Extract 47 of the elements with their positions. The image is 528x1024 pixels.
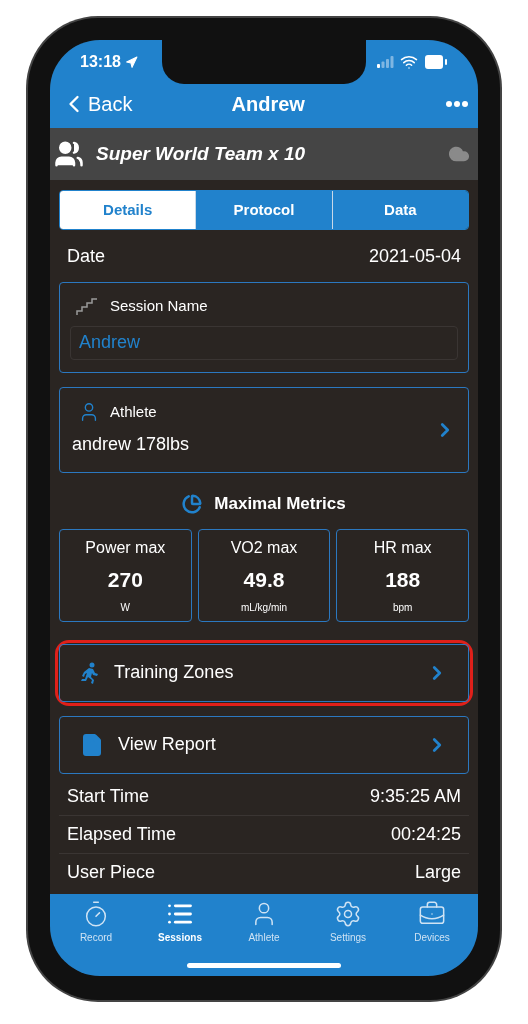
detail-label: Start Time <box>67 784 150 808</box>
back-button[interactable]: Back <box>60 89 133 119</box>
athlete-card[interactable]: Athlete andrew 178lbs <box>59 386 469 473</box>
link-row[interactable]: Training Zones <box>59 643 469 702</box>
link-row[interactable]: View Report <box>59 715 469 774</box>
team-name: Super World Team x 10 <box>96 141 307 166</box>
page-title: Andrew <box>231 92 305 117</box>
date-value: 2021-05-04 <box>368 244 461 268</box>
detail-value: 9:35:25 AM <box>369 784 461 808</box>
detail-label: Elapsed Time <box>67 822 177 846</box>
segment-tab[interactable]: Protocol <box>195 191 332 229</box>
tab-bar-item[interactable]: Settings <box>306 900 390 948</box>
gear-icon <box>334 900 362 928</box>
location-icon <box>124 55 138 69</box>
pie-chart-icon <box>182 493 203 514</box>
clock-time: 13:18 <box>80 52 121 72</box>
tab-bar-item[interactable]: Sessions <box>138 900 222 948</box>
document-icon <box>80 732 104 757</box>
tab-bar-item[interactable]: Record <box>54 900 138 948</box>
session-name-field[interactable]: Andrew <box>70 325 458 360</box>
metric-label: Power max <box>85 537 166 558</box>
group-icon <box>54 139 84 169</box>
detail-value: Large <box>414 861 461 884</box>
tab-bar-item[interactable]: Athlete <box>222 900 306 948</box>
date-label: Date <box>67 244 106 268</box>
detail-value: 00:24:25 <box>390 822 461 846</box>
metric-value: 270 <box>107 566 143 593</box>
metrics-title: Maximal Metrics <box>214 492 346 515</box>
wifi-icon <box>400 53 418 71</box>
metric-unit: mL/kg/min <box>240 600 288 615</box>
session-name-label: Session Name <box>110 296 208 316</box>
segment-tab[interactable]: Data <box>331 191 468 229</box>
stairs-icon <box>76 296 98 317</box>
more-icon <box>446 101 468 107</box>
metric-value: 188 <box>385 566 421 593</box>
segment-tab[interactable]: Details <box>60 191 196 229</box>
detail-label: User Piece <box>67 861 156 884</box>
signal-icon <box>377 56 394 68</box>
metric-value: 49.8 <box>243 566 285 593</box>
metric-unit: bpm <box>392 600 413 615</box>
athlete-label: Athlete <box>110 401 157 422</box>
metric-label: VO2 max <box>230 537 298 558</box>
runner-icon <box>80 661 100 684</box>
athlete-value: andrew 178lbs <box>72 433 191 457</box>
metric-unit: W <box>120 600 131 615</box>
metric-label: HR max <box>373 537 432 558</box>
tab-bar-item[interactable]: Devices <box>390 900 474 948</box>
